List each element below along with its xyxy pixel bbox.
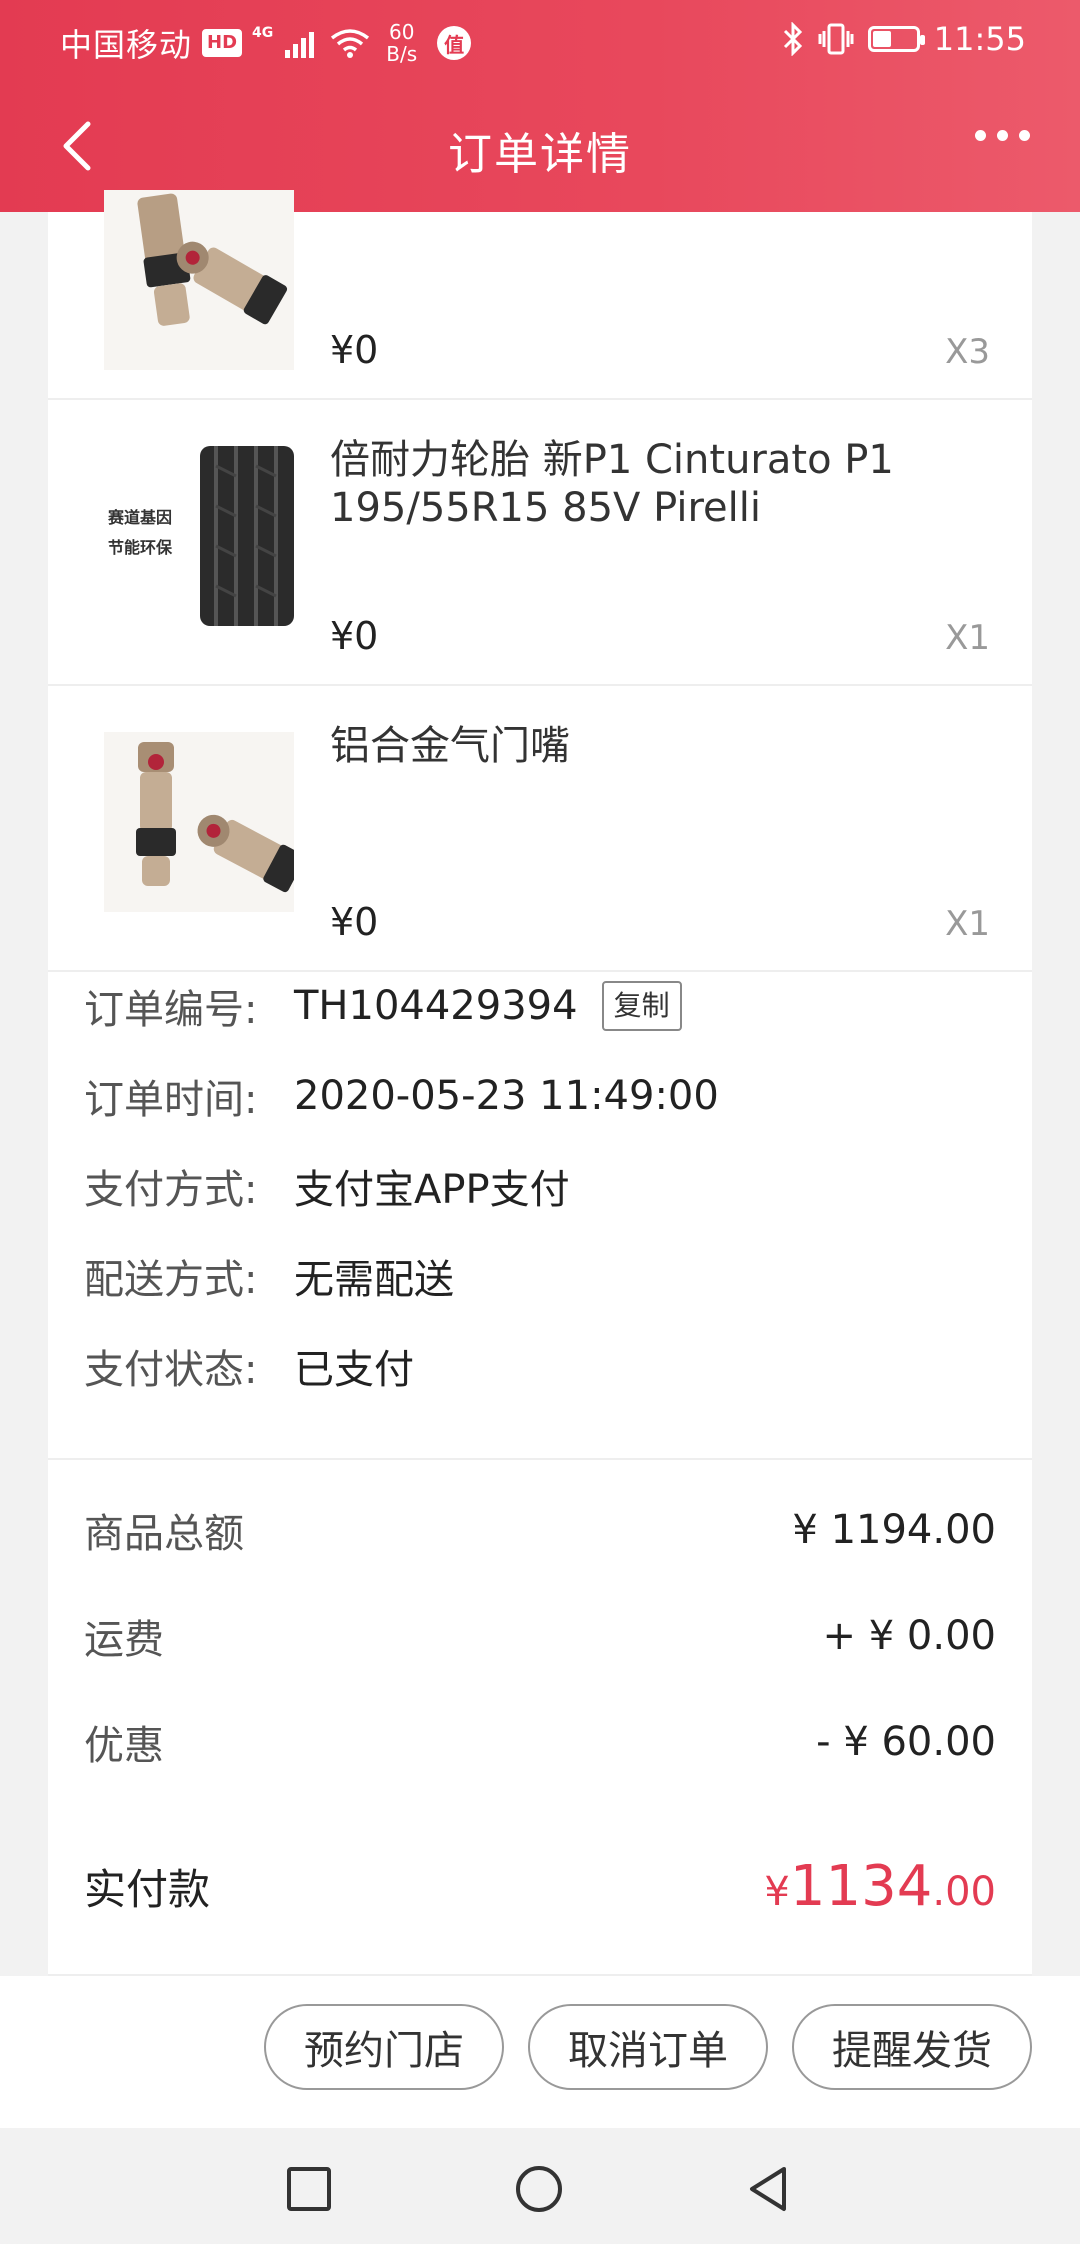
battery-level: [872, 31, 891, 47]
clock-time: 11:55: [933, 20, 1026, 58]
shipping-row: 运费 + ¥ 0.00: [84, 1606, 996, 1666]
discount-amount: - ¥ 60.00: [816, 1719, 996, 1765]
order-time: 2020-05-23 11:49:00: [294, 1073, 719, 1119]
status-right: 11:55: [782, 20, 1026, 58]
system-nav-bar: [0, 2128, 1080, 2244]
product-name: 倍耐力轮胎 新P1 Cinturato P1 195/55R15 85V Pir…: [330, 437, 894, 531]
home-icon[interactable]: [514, 2164, 564, 2214]
tire-image: 赛道基因 节能环保: [104, 446, 294, 626]
payment-method: 支付宝APP支付: [294, 1167, 570, 1213]
app-badge-icon: 值: [437, 26, 472, 60]
order-card: ¥0 X3 赛道基因 节能环保 倍耐力轮胎 新P1 Cinturato P1 1…: [48, 190, 1032, 1976]
order-number: TH104429394: [294, 983, 578, 1029]
tire-tag: 赛道基因: [108, 508, 173, 527]
payment-status-label: 支付状态:: [84, 1347, 258, 1393]
paid-amount: ¥1134.00: [764, 1854, 996, 1919]
order-time-label: 订单时间:: [84, 1077, 258, 1123]
paid-currency: ¥: [764, 1868, 790, 1915]
discount-row: 优惠 - ¥ 60.00: [84, 1712, 996, 1772]
discount-label: 优惠: [84, 1723, 164, 1769]
net-speed-value: 60: [388, 20, 415, 44]
vibrate-icon: [818, 23, 854, 55]
delivery-method-label: 配送方式:: [84, 1257, 258, 1303]
paid-label: 实付款: [84, 1864, 211, 1914]
status-left: 中国移动 HD 4G 60 B/s 值: [60, 20, 472, 66]
cancel-order-button[interactable]: 取消订单: [528, 2004, 768, 2090]
order-info: 订单编号: TH104429394 复制 订单时间: 2020-05-23 11…: [48, 952, 1032, 1460]
net-speed-unit: B/s: [386, 42, 418, 66]
product-quantity: X1: [945, 618, 990, 658]
net-speed: 60 B/s: [386, 21, 417, 65]
status-bar: 中国移动 HD 4G 60 B/s 值 11:55: [0, 0, 1080, 80]
network-type: 4G: [252, 25, 274, 41]
back-triangle-icon[interactable]: [744, 2164, 794, 2214]
payment-method-label: 支付方式:: [84, 1167, 258, 1213]
product-quantity: X1: [945, 904, 990, 944]
paid-row: 实付款 ¥1134.00: [84, 1854, 996, 1919]
paid-decimal: .00: [932, 1868, 996, 1915]
valve-image: [104, 190, 294, 370]
payment-status: 已支付: [294, 1347, 414, 1393]
hd-icon: HD: [202, 29, 243, 57]
product-price: ¥0: [330, 614, 379, 658]
product-item[interactable]: ¥0 X3: [48, 114, 1032, 400]
copy-button[interactable]: 复制: [601, 981, 682, 1031]
product-quantity: X3: [945, 332, 990, 372]
paid-integer: 1134: [789, 1853, 933, 1919]
bluetooth-icon: [783, 22, 802, 56]
shipping-label: 运费: [84, 1617, 164, 1663]
goods-total: ¥ 1194.00: [792, 1507, 996, 1553]
signal-icon: [285, 28, 315, 58]
recent-apps-icon[interactable]: [284, 2164, 334, 2214]
order-number-row: 订单编号: TH104429394 复制: [84, 976, 682, 1036]
battery-icon: [867, 26, 925, 52]
order-number-label: 订单编号:: [84, 987, 258, 1033]
valve-image: [104, 732, 294, 912]
delivery-method: 无需配送: [294, 1257, 454, 1303]
order-time-row: 订单时间: 2020-05-23 11:49:00: [84, 1066, 719, 1126]
product-price: ¥0: [330, 900, 379, 944]
wifi-icon: [331, 29, 370, 58]
carrier-name: 中国移动: [60, 26, 193, 64]
action-bar: 预约门店 取消订单 提醒发货: [0, 1976, 1080, 2128]
product-item[interactable]: 铝合金气门嘴 ¥0 X1: [48, 686, 1032, 972]
payment-method-row: 支付方式: 支付宝APP支付: [84, 1156, 570, 1216]
reserve-store-button[interactable]: 预约门店: [264, 2004, 504, 2090]
shipping-fee: + ¥ 0.00: [822, 1613, 996, 1659]
goods-total-label: 商品总额: [84, 1511, 244, 1557]
remind-shipment-button[interactable]: 提醒发货: [792, 2004, 1032, 2090]
payment-status-row: 支付状态: 已支付: [84, 1336, 414, 1396]
product-name: 铝合金气门嘴: [330, 723, 570, 769]
product-item[interactable]: 赛道基因 节能环保 倍耐力轮胎 新P1 Cinturato P1 195/55R…: [48, 400, 1032, 686]
tire-tag: 节能环保: [108, 538, 173, 557]
product-price: ¥0: [330, 328, 379, 372]
goods-total-row: 商品总额 ¥ 1194.00: [84, 1500, 996, 1560]
delivery-method-row: 配送方式: 无需配送: [84, 1246, 454, 1306]
